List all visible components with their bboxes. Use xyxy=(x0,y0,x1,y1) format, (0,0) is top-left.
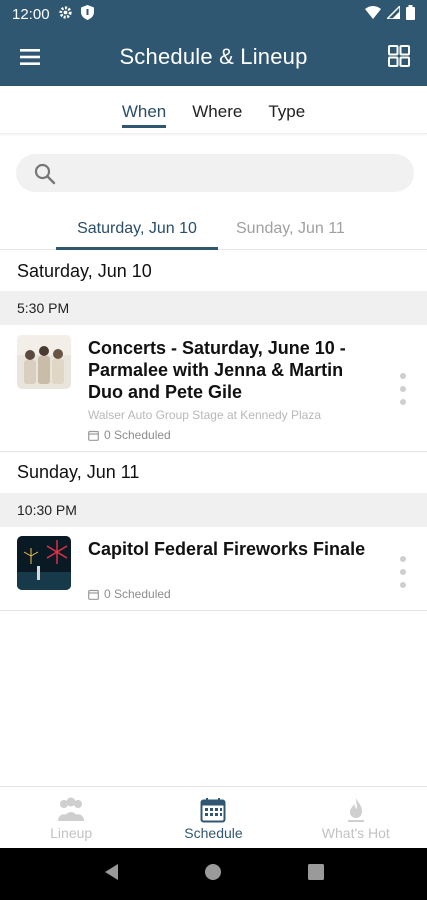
tab-where[interactable]: Where xyxy=(192,86,242,134)
more-options-icon[interactable] xyxy=(393,556,413,588)
page-title: Schedule & Lineup xyxy=(119,44,308,69)
event-row[interactable]: Concerts - Saturday, June 10 - Parmalee … xyxy=(0,325,427,452)
event-venue: Walser Auto Group Stage at Kennedy Plaza xyxy=(88,408,322,422)
recents-icon[interactable] xyxy=(308,863,325,885)
nav-lineup[interactable]: Lineup xyxy=(0,787,142,848)
back-icon[interactable] xyxy=(103,863,119,886)
time-band: 5:30 PM xyxy=(0,291,427,325)
battery-icon xyxy=(406,4,415,24)
nav-label: Schedule xyxy=(184,825,243,841)
filter-tabs: When Where Type xyxy=(0,86,427,134)
app-bar: Schedule & Lineup xyxy=(0,28,427,86)
people-icon xyxy=(58,797,85,821)
status-time: 12:00 xyxy=(12,5,50,23)
event-row[interactable]: Capitol Federal Fireworks Finale 0 Sched… xyxy=(0,527,427,611)
status-bar: 12:00 xyxy=(0,0,427,28)
signal-icon xyxy=(385,3,401,23)
scheduled-count: 0 Scheduled xyxy=(88,587,171,601)
event-title: Capitol Federal Fireworks Finale xyxy=(88,539,366,559)
event-title: Concerts - Saturday, June 10 - Parmalee … xyxy=(88,338,346,402)
gear-icon xyxy=(58,5,73,24)
calendar-small-icon xyxy=(88,589,99,600)
bottom-nav: Lineup Schedule What's Hot xyxy=(0,786,427,848)
scheduled-label: 0 Scheduled xyxy=(104,587,171,601)
time-band: 10:30 PM xyxy=(0,493,427,527)
nav-whats-hot[interactable]: What's Hot xyxy=(285,787,427,848)
calendar-icon xyxy=(200,798,226,823)
nav-schedule[interactable]: Schedule xyxy=(142,787,284,848)
more-options-icon[interactable] xyxy=(393,373,413,405)
scheduled-label: 0 Scheduled xyxy=(104,428,171,442)
tab-when[interactable]: When xyxy=(121,86,167,134)
day-header: Sunday, Jun 11 xyxy=(17,462,140,482)
tab-type[interactable]: Type xyxy=(268,86,305,134)
system-nav-bar xyxy=(0,848,427,900)
shield-icon xyxy=(80,4,94,24)
day-header: Saturday, Jun 10 xyxy=(17,261,152,281)
flame-icon xyxy=(347,798,364,822)
search-icon xyxy=(34,163,56,185)
status-right xyxy=(365,3,415,24)
home-icon[interactable] xyxy=(204,863,222,886)
calendar-small-icon xyxy=(88,430,99,441)
wifi-icon xyxy=(365,5,381,23)
date-tabs: Saturday, Jun 10 Sunday, Jun 11 xyxy=(0,208,427,250)
status-left: 12:00 xyxy=(12,4,94,24)
tab-saturday[interactable]: Saturday, Jun 10 xyxy=(56,220,218,250)
scheduled-count: 0 Scheduled xyxy=(88,428,171,442)
nav-label: What's Hot xyxy=(321,825,390,841)
event-thumbnail xyxy=(17,536,71,590)
event-thumbnail xyxy=(17,335,71,389)
tab-sunday[interactable]: Sunday, Jun 11 xyxy=(236,220,345,238)
grid-view-icon[interactable] xyxy=(387,44,411,68)
search-input[interactable] xyxy=(16,154,414,192)
nav-label: Lineup xyxy=(50,825,93,841)
hamburger-menu-icon[interactable] xyxy=(18,46,42,68)
